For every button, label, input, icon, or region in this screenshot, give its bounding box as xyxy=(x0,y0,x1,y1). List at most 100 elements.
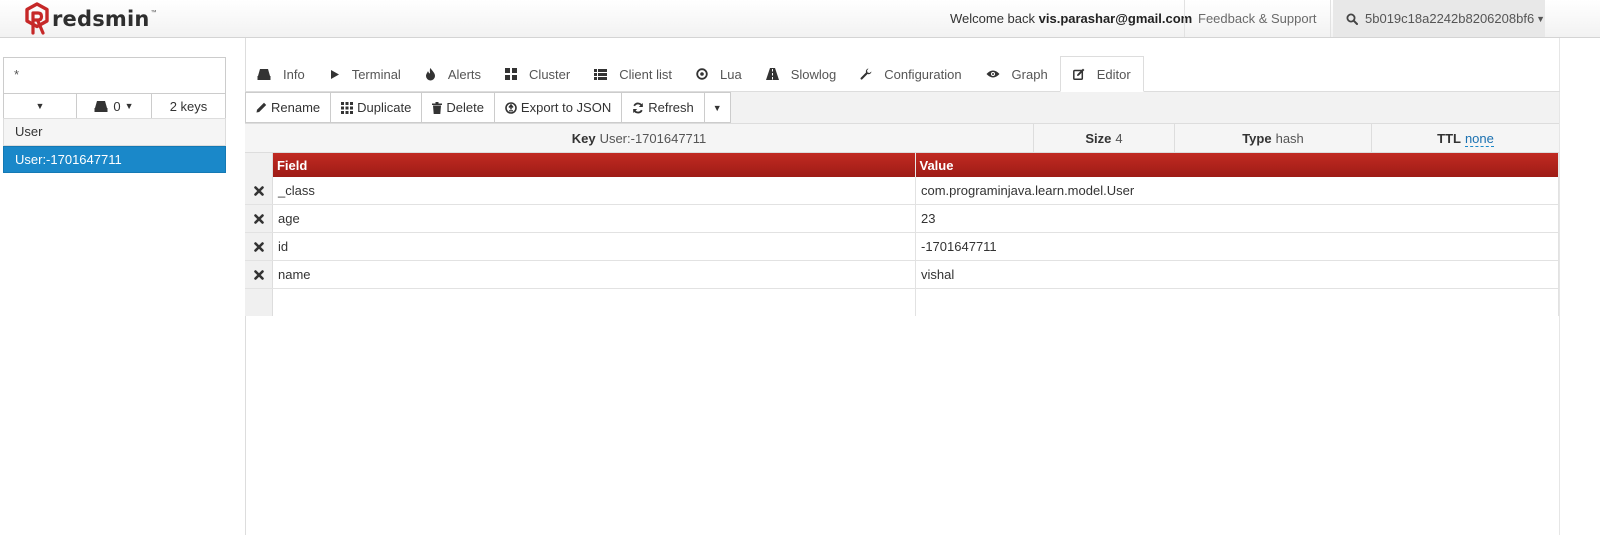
table-row: _class com.programinjava.learn.model.Use… xyxy=(245,177,1559,205)
key-info-row: Key User:-1701647711 Size 4 Type hash TT… xyxy=(245,124,1559,153)
key-name-cell: Key User:-1701647711 xyxy=(245,124,1033,153)
database-select-button[interactable]: 0 ▼ xyxy=(76,93,152,119)
type-label: Type xyxy=(1242,131,1272,146)
new-entry-row xyxy=(245,289,1559,317)
redsmin-logo-icon xyxy=(24,2,50,36)
export-circle-icon xyxy=(505,101,517,114)
table-row: age 23 xyxy=(245,205,1559,233)
sidebar-button-row: ▼ 0 ▼ 2 keys xyxy=(3,93,226,119)
delete-row-icon[interactable] xyxy=(245,233,273,260)
delete-row-icon[interactable] xyxy=(245,177,273,204)
trash-icon xyxy=(432,101,443,114)
top-navbar: redsmin ™ Welcome back vis.parashar@gmai… xyxy=(0,0,1600,38)
value-cell[interactable]: vishal xyxy=(916,261,1559,288)
tab-editor[interactable]: Editor xyxy=(1059,56,1144,92)
export-json-button[interactable]: Export to JSON xyxy=(493,92,623,123)
field-cell[interactable]: age xyxy=(273,205,916,232)
ttl-label: TTL xyxy=(1437,131,1461,146)
play-icon xyxy=(329,69,340,80)
value-cell[interactable]: -1701647711 xyxy=(916,233,1559,260)
eye-icon xyxy=(986,69,1000,79)
key-label: Key xyxy=(571,131,596,146)
tab-label: Lua xyxy=(719,66,742,82)
hash-fields-table: Field Value _class com.programinjava.lea… xyxy=(245,153,1560,317)
tab-label: Slowlog xyxy=(790,66,837,82)
rename-button[interactable]: Rename xyxy=(245,92,332,123)
key-item-selected[interactable]: User:-1701647711 xyxy=(3,146,226,173)
tab-label: Cluster xyxy=(529,66,571,82)
ttl-value-link[interactable]: none xyxy=(1464,131,1494,147)
delete-row-icon[interactable] xyxy=(245,205,273,232)
caret-down-icon: ▼ xyxy=(35,101,45,111)
column-header-field[interactable]: Field xyxy=(272,153,916,177)
button-label: Export to JSON xyxy=(520,100,612,115)
button-label: Duplicate xyxy=(357,100,412,115)
tab-client-list[interactable]: Client list xyxy=(582,56,684,92)
user-email[interactable]: vis.parashar@gmail.com xyxy=(1039,11,1193,26)
new-field-cell[interactable] xyxy=(273,289,916,316)
caret-down-icon: ▼ xyxy=(124,101,134,111)
fire-icon xyxy=(425,67,436,81)
database-icon xyxy=(94,100,108,112)
content-right-border xyxy=(1559,38,1560,535)
row-gutter-header xyxy=(245,153,273,177)
refresh-button[interactable]: Refresh xyxy=(621,92,705,123)
caret-down-icon: ▼ xyxy=(712,102,722,113)
size-value: 4 xyxy=(1115,131,1123,146)
field-cell[interactable]: id xyxy=(273,233,916,260)
key-group-user[interactable]: User xyxy=(3,118,226,146)
tab-cluster[interactable]: Cluster xyxy=(493,56,582,92)
tab-info[interactable]: Info xyxy=(245,56,317,92)
tab-terminal[interactable]: Terminal xyxy=(317,56,413,92)
brand-logo[interactable]: redsmin ™ xyxy=(24,0,157,38)
row-gutter-empty xyxy=(245,289,273,316)
field-cell[interactable]: name xyxy=(273,261,916,288)
caret-down-icon: ▼ xyxy=(1536,13,1546,24)
key-type-cell: Type hash xyxy=(1174,124,1371,153)
table-row: name vishal xyxy=(245,261,1559,289)
grid-icon xyxy=(505,68,518,80)
tab-label: Alerts xyxy=(447,66,482,82)
navbar-divider xyxy=(1184,0,1185,37)
key-size-cell: Size 4 xyxy=(1033,124,1174,153)
database-icon xyxy=(257,68,271,80)
key-count-button[interactable]: 2 keys xyxy=(151,93,226,119)
tab-label: Client list xyxy=(619,66,672,82)
tab-alerts[interactable]: Alerts xyxy=(413,56,493,92)
size-label: Size xyxy=(1085,131,1112,146)
feedback-support-link[interactable]: Feedback & Support xyxy=(1198,0,1317,37)
table-header: Field Value xyxy=(245,153,1560,177)
tab-graph[interactable]: Graph xyxy=(974,56,1060,92)
circle-dot-icon xyxy=(696,68,708,80)
tab-lua[interactable]: Lua xyxy=(684,56,754,92)
value-cell[interactable]: com.programinjava.learn.model.User xyxy=(916,177,1559,204)
new-value-cell[interactable] xyxy=(916,289,1559,316)
edit-icon xyxy=(1072,68,1085,80)
refresh-icon xyxy=(632,102,644,114)
navbar-divider xyxy=(1330,0,1331,37)
tab-configuration[interactable]: Configuration xyxy=(848,56,973,92)
refresh-options-dropdown[interactable]: ▼ xyxy=(703,92,731,123)
duplicate-button[interactable]: Duplicate xyxy=(330,92,423,123)
value-cell[interactable]: 23 xyxy=(916,205,1559,232)
database-number: 0 xyxy=(113,98,121,114)
field-cell[interactable]: _class xyxy=(273,177,916,204)
editor-toolbar: Rename Duplicate Delete Export to JSON R… xyxy=(245,92,731,123)
main-tabs: Info Terminal Alerts Cluster Client list… xyxy=(245,56,1144,92)
instance-selector[interactable]: 5b019c18a2242b8206208bf6 ▼ xyxy=(1333,0,1545,37)
button-label: Rename xyxy=(271,100,321,115)
column-header-value[interactable]: Value xyxy=(915,153,1560,177)
welcome-prefix: Welcome back xyxy=(950,11,1036,26)
type-value: hash xyxy=(1275,131,1304,146)
road-icon xyxy=(765,68,779,80)
delete-button[interactable]: Delete xyxy=(421,92,495,123)
tab-label: Info xyxy=(283,66,305,82)
delete-row-icon[interactable] xyxy=(245,261,273,288)
table-row: id -1701647711 xyxy=(245,233,1559,261)
tab-slowlog[interactable]: Slowlog xyxy=(754,56,849,92)
sort-dropdown-button[interactable]: ▼ xyxy=(3,93,77,119)
instance-id: 5b019c18a2242b8206208bf6 xyxy=(1365,11,1535,26)
key-pattern-input[interactable]: * xyxy=(3,57,226,94)
tab-label: Editor xyxy=(1096,66,1131,82)
search-icon xyxy=(1346,13,1358,25)
